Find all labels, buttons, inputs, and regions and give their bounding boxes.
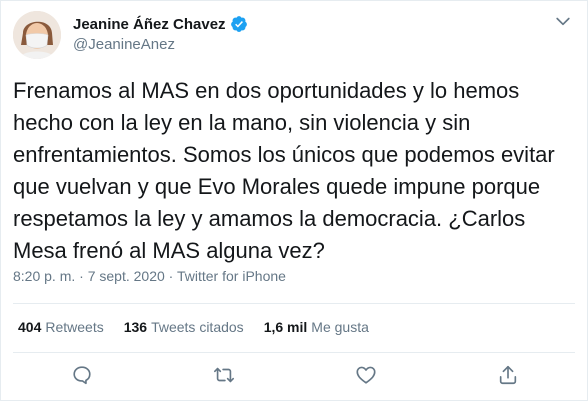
retweet-icon[interactable] xyxy=(213,364,239,390)
avatar[interactable] xyxy=(13,11,61,59)
divider xyxy=(13,303,575,304)
tweet-metadata: 8:20 p. m. · 7 sept. 2020 · Twitter for … xyxy=(13,268,286,284)
tweet-date[interactable]: 7 sept. 2020 xyxy=(88,268,165,284)
display-name[interactable]: Jeanine Áñez Chavez xyxy=(73,16,226,33)
tweet-time[interactable]: 8:20 p. m. xyxy=(13,268,75,284)
author-handle[interactable]: @JeanineAnez xyxy=(73,36,248,53)
retweets-count: 404 xyxy=(18,319,42,335)
verified-badge-icon xyxy=(230,15,248,33)
tweet-card: Jeanine Áñez Chavez @JeanineAnez Frenamo… xyxy=(0,0,588,401)
retweets-label: Retweets xyxy=(45,319,104,335)
tweet-header: Jeanine Áñez Chavez @JeanineAnez xyxy=(13,11,248,59)
quotes-label: Tweets citados xyxy=(151,319,244,335)
heart-icon[interactable] xyxy=(355,364,381,390)
tweet-text: Frenamos al MAS en dos oportunidades y l… xyxy=(13,78,555,263)
likes-count: 1,6 mil xyxy=(263,319,308,335)
reply-icon[interactable] xyxy=(71,364,97,390)
meta-separator: · xyxy=(79,268,84,284)
chevron-down-icon[interactable] xyxy=(553,11,573,31)
likes-label: Me gusta xyxy=(311,319,369,335)
quotes-count: 136 xyxy=(123,319,148,335)
meta-separator: · xyxy=(168,268,174,284)
tweet-source[interactable]: Twitter for iPhone xyxy=(177,268,286,284)
quotes-stat[interactable]: 136 Tweets citados xyxy=(124,319,244,335)
likes-stat[interactable]: 1,6 mil Me gusta xyxy=(264,319,369,335)
share-icon[interactable] xyxy=(497,364,523,390)
avatar-photo xyxy=(13,11,61,59)
tweet-actions xyxy=(1,364,588,390)
name-row: Jeanine Áñez Chavez xyxy=(73,15,248,33)
tweet-stats: 404 Retweets 136 Tweets citados 1,6 mil Me … xyxy=(18,319,389,335)
divider xyxy=(13,352,575,353)
author-names: Jeanine Áñez Chavez @JeanineAnez xyxy=(73,15,248,53)
retweets-stat[interactable]: 404 Retweets xyxy=(18,319,104,335)
